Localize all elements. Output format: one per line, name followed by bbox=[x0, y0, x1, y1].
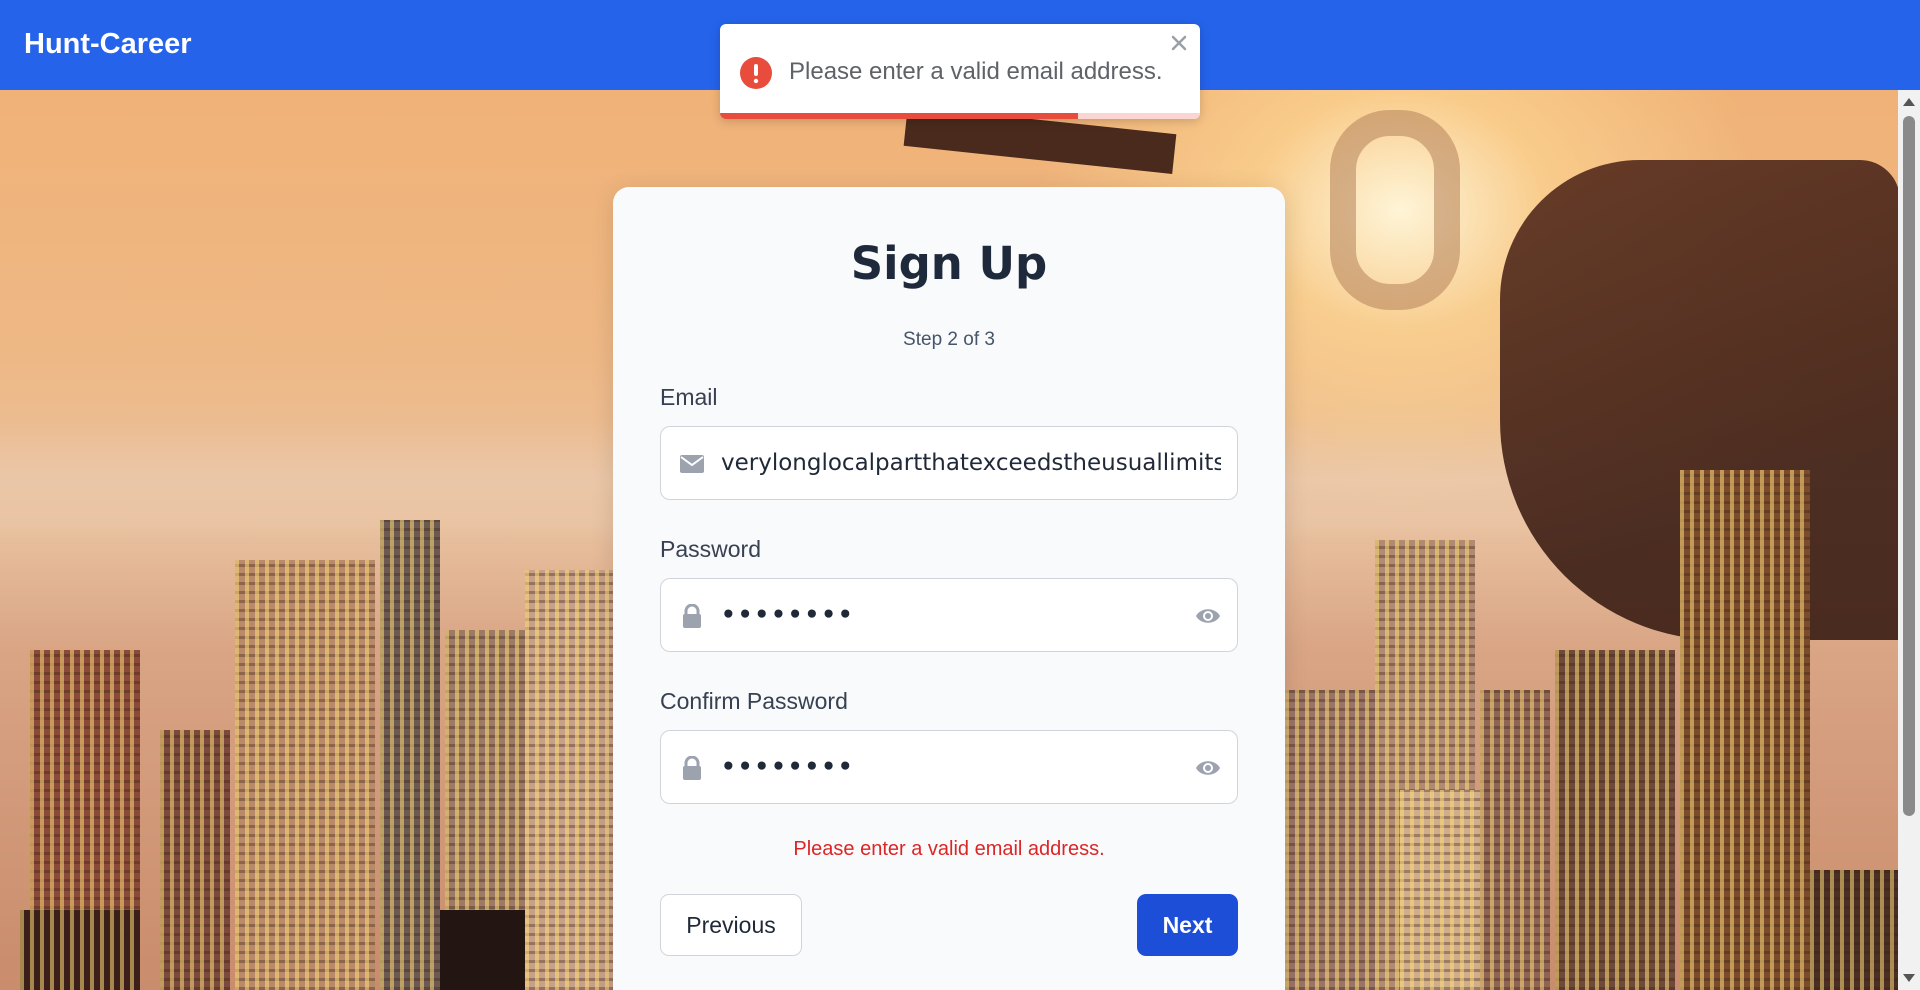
scroll-up-arrow-icon[interactable] bbox=[1903, 98, 1915, 106]
toast-progress-bar bbox=[720, 113, 1078, 119]
confirm-password-label: Confirm Password bbox=[660, 688, 848, 714]
lock-icon bbox=[683, 604, 701, 628]
eye-icon[interactable] bbox=[1195, 605, 1221, 627]
step-indicator: Step 2 of 3 bbox=[903, 329, 995, 350]
brand-logo[interactable]: Hunt-Career bbox=[24, 28, 192, 61]
eye-icon[interactable] bbox=[1195, 757, 1221, 779]
building bbox=[160, 730, 230, 990]
scroll-down-arrow-icon[interactable] bbox=[1903, 974, 1915, 982]
key-ring bbox=[1330, 110, 1460, 310]
error-circle-icon bbox=[740, 57, 772, 89]
building bbox=[1680, 470, 1810, 990]
email-label: Email bbox=[660, 384, 718, 410]
building bbox=[20, 910, 140, 990]
password-label: Password bbox=[660, 536, 761, 562]
email-input-value[interactable]: verylonglocalpartthatexceedstheusuallimi… bbox=[721, 450, 1221, 476]
lock-icon bbox=[683, 756, 701, 780]
error-toast: Please enter a valid email address. bbox=[720, 24, 1200, 119]
form-error-message: Please enter a valid email address. bbox=[793, 838, 1105, 860]
building bbox=[1285, 690, 1375, 990]
envelope-icon bbox=[680, 455, 704, 473]
building bbox=[1555, 650, 1675, 990]
signup-card: Sign Up Step 2 of 3 Email verylonglocalp… bbox=[613, 187, 1285, 990]
previous-button[interactable]: Previous bbox=[660, 894, 802, 956]
building bbox=[1400, 790, 1480, 990]
close-icon[interactable] bbox=[1168, 32, 1190, 54]
building bbox=[1480, 690, 1550, 990]
building bbox=[235, 560, 375, 990]
page-scrollbar[interactable] bbox=[1898, 90, 1920, 990]
next-button[interactable]: Next bbox=[1137, 894, 1238, 956]
email-field[interactable]: verylonglocalpartthatexceedstheusuallimi… bbox=[660, 426, 1238, 500]
scrollbar-thumb[interactable] bbox=[1903, 116, 1915, 816]
building bbox=[525, 570, 615, 990]
building bbox=[1810, 870, 1898, 990]
password-input-value[interactable]: •••••••• bbox=[721, 602, 1221, 628]
building bbox=[380, 520, 440, 990]
page-title: Sign Up bbox=[850, 237, 1048, 290]
confirm-password-field[interactable]: •••••••• bbox=[660, 730, 1238, 804]
confirm-password-input-value[interactable]: •••••••• bbox=[721, 754, 1221, 780]
password-field[interactable]: •••••••• bbox=[660, 578, 1238, 652]
toast-message: Please enter a valid email address. bbox=[789, 58, 1163, 85]
toast-progress-track bbox=[720, 113, 1200, 119]
